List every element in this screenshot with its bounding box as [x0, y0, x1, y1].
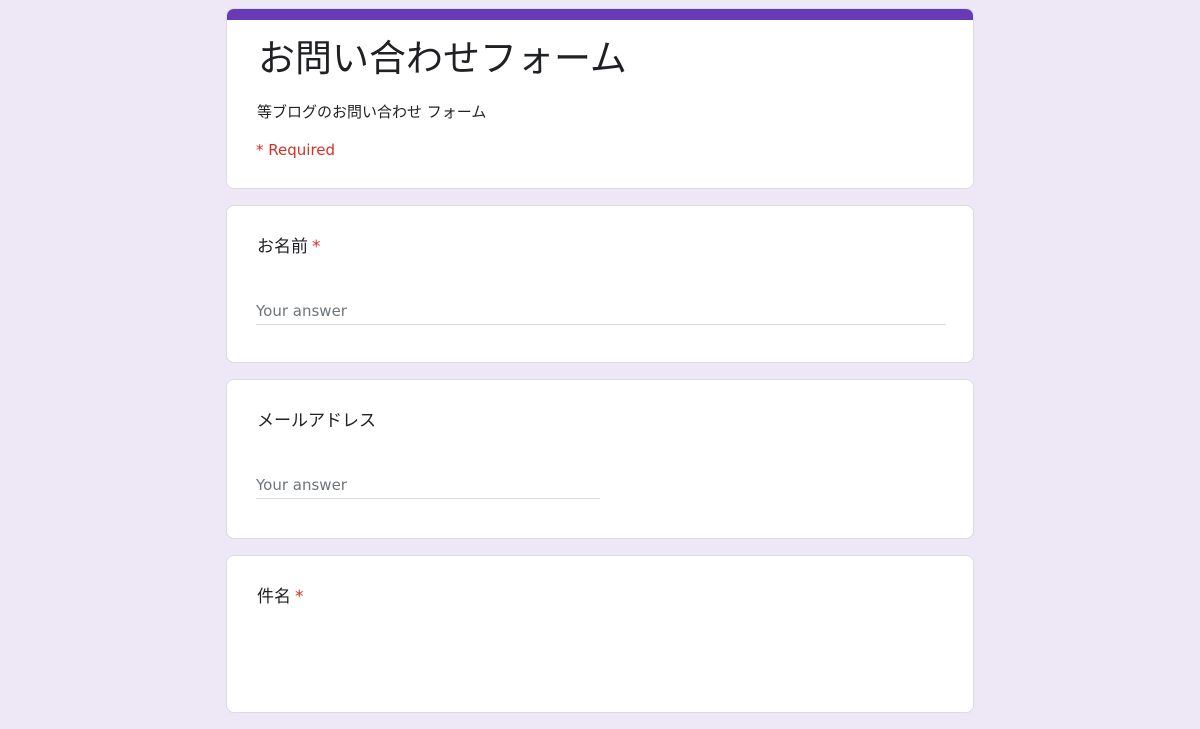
form-header-card: お問い合わせフォーム 等ブログのお問い合わせ フォーム * Required: [226, 8, 974, 189]
question-label-email: メールアドレス: [257, 409, 376, 433]
form-description: 等ブログのお問い合わせ フォーム: [257, 103, 487, 121]
question-title-subject: 件名: [257, 587, 291, 607]
required-asterisk: *: [295, 587, 304, 607]
form-column: お問い合わせフォーム 等ブログのお問い合わせ フォーム * Required お…: [226, 8, 974, 729]
form-accent-bar: [227, 9, 973, 20]
question-label-subject: 件名 *: [257, 585, 304, 609]
question-card-email: メールアドレス: [226, 379, 974, 539]
question-label-name: お名前 *: [257, 235, 321, 259]
form-title: お問い合わせフォーム: [258, 37, 627, 80]
required-note: * Required: [256, 141, 336, 159]
question-card-subject: 件名 *: [226, 555, 974, 713]
email-input[interactable]: [256, 471, 600, 499]
question-title-name: お名前: [257, 237, 308, 257]
question-title-email: メールアドレス: [257, 411, 376, 431]
name-input[interactable]: [256, 297, 946, 325]
required-asterisk: *: [312, 237, 321, 257]
question-card-name: お名前 *: [226, 205, 974, 363]
